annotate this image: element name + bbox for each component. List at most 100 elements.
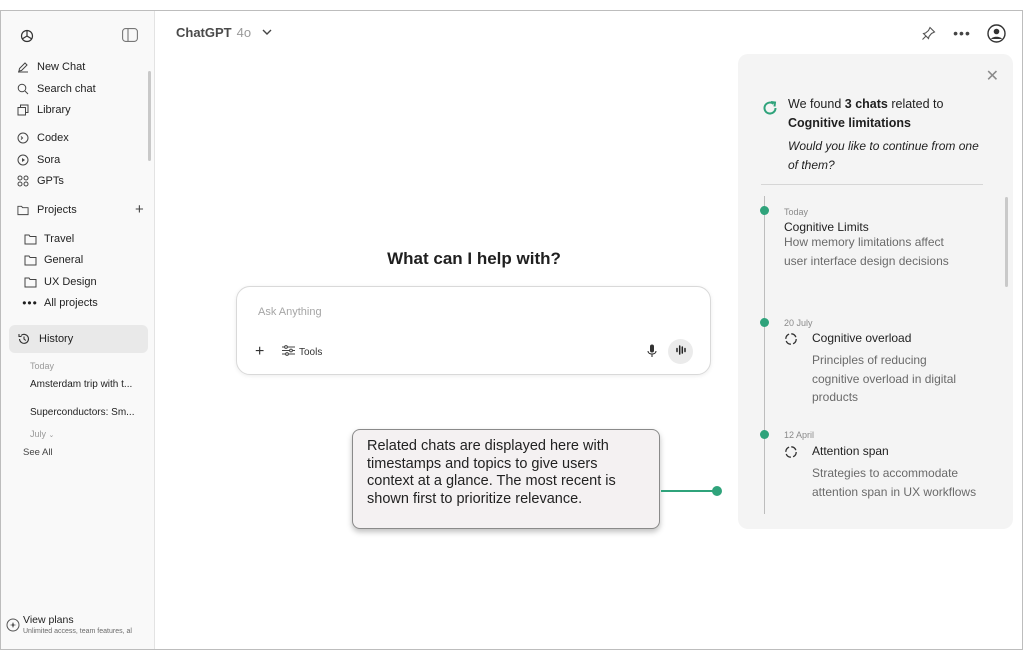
add-project-icon[interactable]: +: [135, 202, 144, 217]
account-avatar-icon[interactable]: [986, 23, 1006, 43]
timeline-dot: [760, 206, 769, 215]
search-chat-label: Search chat: [37, 83, 96, 95]
timeline-dot: [760, 318, 769, 327]
chat-title: Cognitive overload: [812, 331, 912, 345]
folder-icon: [23, 233, 37, 245]
message-input[interactable]: Ask Anything: [258, 306, 322, 318]
callout-connector: [661, 490, 715, 492]
chat-date: Today: [784, 207, 809, 217]
folder-icon: [23, 254, 37, 266]
add-attachment-icon[interactable]: +: [255, 343, 264, 361]
edit-icon: [17, 61, 29, 73]
library-button[interactable]: Library: [17, 104, 71, 116]
waveform-icon: [675, 343, 687, 361]
page-title: What can I help with?: [387, 249, 561, 268]
chevron-down-icon: ⌄: [48, 432, 55, 439]
history-group-july-label: July: [30, 429, 47, 439]
chat-title: Attention span: [812, 444, 889, 458]
gpts-button[interactable]: GPTs: [17, 175, 64, 187]
chevron-down-icon: [262, 29, 272, 36]
history-group-july[interactable]: July ⌄: [30, 429, 54, 439]
openai-logo-icon[interactable]: [19, 28, 35, 44]
project-label: Travel: [44, 233, 75, 245]
project-label: General: [44, 254, 84, 266]
panel-divider: [761, 184, 983, 185]
chat-composer[interactable]: Ask Anything + Tools: [236, 286, 711, 375]
callout-connector-dot: [712, 486, 722, 496]
library-icon: [17, 104, 29, 116]
chat-date: 12 April: [784, 430, 815, 440]
pin-icon[interactable]: [918, 23, 938, 43]
chat-title: Cognitive Limits: [784, 220, 869, 234]
upgrade-icon: [6, 618, 20, 632]
more-dots-icon: •••: [22, 296, 38, 310]
search-chat-button[interactable]: Search chat: [17, 83, 96, 95]
related-chats-panel: ✕ We found 3 chats related to Cognitive …: [738, 54, 1013, 529]
chat-description: Strategies to accommodate attention span…: [812, 466, 977, 499]
panel-scrollbar[interactable]: [1005, 197, 1008, 287]
view-plans-sublabel: Unlimited access, team features, al: [23, 628, 132, 635]
chat-description: Principles of reducing cognitive overloa…: [812, 353, 957, 404]
folder-icon: [23, 276, 37, 288]
gpts-label: GPTs: [37, 175, 64, 187]
found-prefix: We found: [788, 97, 845, 111]
chat-date: 20 July: [784, 318, 813, 328]
related-topic: Cognitive limitations: [788, 116, 911, 130]
related-chats-summary: We found 3 chats related to Cognitive li…: [788, 95, 993, 133]
history-group-today: Today: [30, 361, 55, 371]
continue-question: Would you like to continue from one of t…: [788, 139, 979, 172]
chat-description: How memory limitations affect user inter…: [784, 235, 949, 268]
play-icon: [17, 154, 29, 166]
timeline-dot: [760, 430, 769, 439]
tools-label: Tools: [299, 346, 323, 358]
codex-icon: [17, 132, 29, 144]
close-icon[interactable]: ✕: [986, 66, 999, 86]
chat-loop-icon: [784, 445, 798, 459]
view-plans-label: View plans: [23, 614, 74, 626]
timeline-line: [764, 196, 765, 514]
projects-header[interactable]: Projects: [17, 204, 77, 216]
library-label: Library: [37, 104, 71, 116]
all-projects-button[interactable]: ••• All projects: [22, 296, 98, 310]
model-name: ChatGPT: [176, 25, 232, 40]
all-projects-label: All projects: [44, 297, 98, 309]
header-actions: •••: [918, 23, 1006, 43]
project-item[interactable]: UX Design: [23, 276, 97, 288]
sora-button[interactable]: Sora: [17, 154, 60, 166]
voice-mode-button[interactable]: [668, 339, 693, 364]
codex-label: Codex: [37, 132, 69, 144]
sidebar-scrollbar[interactable]: [148, 71, 151, 161]
history-button[interactable]: History: [9, 325, 148, 353]
project-item[interactable]: Travel: [23, 233, 74, 245]
grid-icon: [17, 175, 29, 187]
model-version: 4o: [236, 25, 252, 40]
project-label: UX Design: [44, 276, 97, 288]
view-plans-button[interactable]: View plans Unlimited access, team featur…: [23, 614, 132, 635]
folder-icon: [17, 204, 29, 216]
history-item[interactable]: Superconductors: Sm...: [30, 407, 142, 418]
search-icon: [17, 83, 29, 95]
annotation-callout: Related chats are displayed here with ti…: [352, 429, 660, 529]
sidebar: New Chat Search chat Library Codex Sora …: [1, 11, 155, 649]
see-all-link[interactable]: See All: [23, 447, 53, 458]
microphone-icon[interactable]: [645, 343, 659, 359]
sidebar-toggle-icon[interactable]: [122, 28, 138, 42]
more-options-icon[interactable]: •••: [952, 23, 972, 43]
refresh-icon: [761, 99, 779, 117]
found-count: 3 chats: [844, 97, 888, 111]
history-icon: [17, 332, 31, 346]
new-chat-button[interactable]: New Chat: [17, 61, 85, 73]
sora-label: Sora: [37, 154, 61, 166]
project-item[interactable]: General: [23, 254, 83, 266]
codex-button[interactable]: Codex: [17, 132, 69, 144]
projects-label: Projects: [37, 204, 77, 216]
tools-button[interactable]: Tools: [282, 345, 322, 359]
new-chat-label: New Chat: [37, 61, 86, 73]
history-item[interactable]: Amsterdam trip with t...: [30, 379, 142, 390]
model-selector[interactable]: ChatGPT 4o: [176, 25, 272, 40]
sliders-icon: [282, 345, 295, 359]
chat-loop-icon: [784, 332, 798, 346]
history-label: History: [39, 333, 74, 345]
found-suffix: related to: [887, 97, 944, 111]
app-window: New Chat Search chat Library Codex Sora …: [0, 10, 1023, 650]
